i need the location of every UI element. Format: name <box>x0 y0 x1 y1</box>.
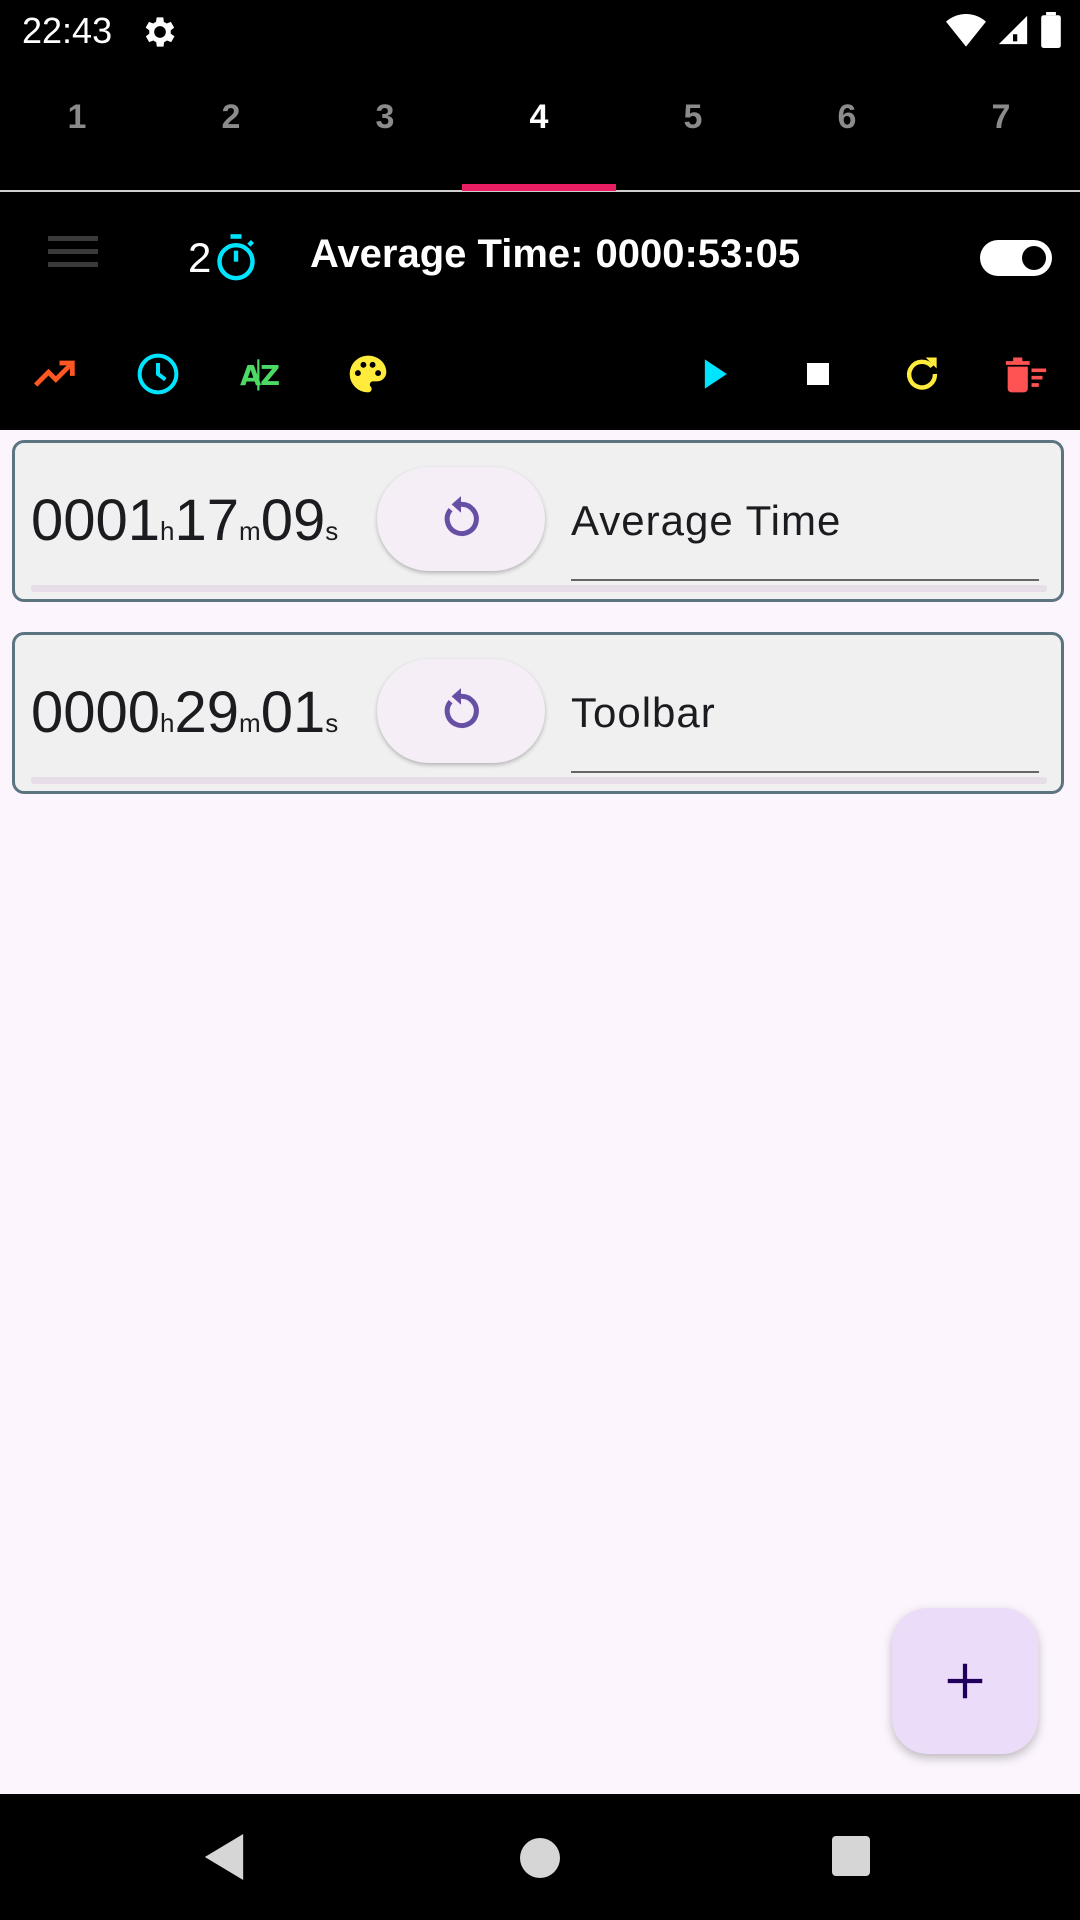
plus-icon <box>947 1663 983 1699</box>
timer-name[interactable]: Average Time <box>571 497 841 545</box>
tab-bar: 1 2 3 4 5 6 7 <box>0 64 1080 192</box>
tab-6[interactable]: 6 <box>770 98 924 137</box>
tab-indicator <box>462 184 616 191</box>
stopwatch-icon <box>217 234 255 281</box>
gear-icon <box>145 17 175 47</box>
reset-icon <box>444 496 479 537</box>
timer-value: 0000h29m01s <box>31 680 339 745</box>
timer-progress <box>31 777 1047 784</box>
battery-icon <box>1041 12 1061 48</box>
timer-card[interactable]: 0001h17m09s Average Time <box>12 440 1064 602</box>
status-bar: 22:43 <box>0 0 1080 64</box>
tab-2[interactable]: 2 <box>154 98 308 137</box>
palette-icon[interactable] <box>346 352 390 396</box>
toggle-switch[interactable] <box>980 240 1052 276</box>
back-icon[interactable] <box>204 1834 244 1880</box>
menu-icon[interactable] <box>48 236 98 276</box>
reset-button[interactable] <box>377 467 545 571</box>
status-time: 22:43 <box>22 10 113 51</box>
reset-button[interactable] <box>377 659 545 763</box>
recents-icon[interactable] <box>832 1836 870 1876</box>
tab-1[interactable]: 1 <box>0 98 154 137</box>
add-timer-button[interactable] <box>892 1608 1038 1754</box>
average-time-value: 0000:53:05 <box>595 232 801 276</box>
play-icon[interactable] <box>692 352 736 396</box>
tab-5[interactable]: 5 <box>616 98 770 137</box>
home-icon[interactable] <box>520 1838 560 1878</box>
timer-card[interactable]: 0000h29m01s Toolbar <box>12 632 1064 794</box>
timer-name-underline <box>571 771 1039 773</box>
sort-az-icon[interactable]: A Z <box>240 352 284 396</box>
header: 2 Average Time: 0000:53:05 A Z <box>0 192 1080 430</box>
timer-value: 0001h17m09s <box>31 488 339 553</box>
wifi-icon <box>946 14 986 47</box>
stop-icon[interactable] <box>796 352 840 396</box>
average-time: Average Time: 0000:53:05 <box>310 232 800 277</box>
tab-7[interactable]: 7 <box>924 98 1078 137</box>
trending-up-icon[interactable] <box>32 352 76 396</box>
signal-icon <box>998 15 1028 45</box>
reset-icon <box>444 688 479 729</box>
clock-icon[interactable] <box>136 352 180 396</box>
system-nav-bar <box>0 1794 1080 1920</box>
timer-name[interactable]: Toolbar <box>571 689 716 737</box>
refresh-icon[interactable] <box>900 352 944 396</box>
timer-count: 2 <box>188 234 212 281</box>
average-time-label: Average Time: <box>310 232 584 276</box>
timer-progress <box>31 585 1047 592</box>
tab-4[interactable]: 4 <box>462 98 616 137</box>
svg-text:Z: Z <box>260 360 280 392</box>
tab-3[interactable]: 3 <box>308 98 462 137</box>
delete-sweep-icon[interactable] <box>1004 352 1048 396</box>
timer-name-underline <box>571 579 1039 581</box>
